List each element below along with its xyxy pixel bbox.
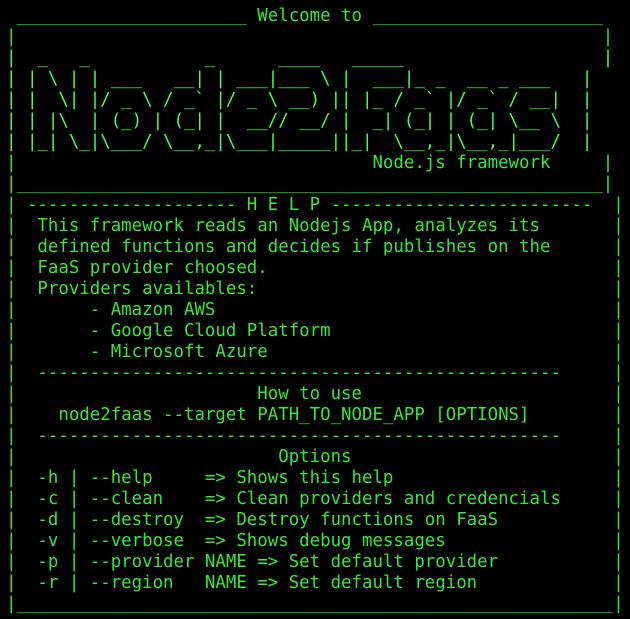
section-divider: |_______________________________________…: [6, 174, 614, 194]
provider-item: | - Microsoft Azure |: [6, 342, 624, 362]
bottom-border: |_______________________________________…: [6, 594, 624, 614]
option-row-verbose: | -v | --verbose => Shows debug messages…: [6, 531, 624, 551]
ascii-logo-line-1: | _ _ _ ____ _____ |: [6, 48, 614, 68]
help-text-line: | defined functions and decides if publi…: [6, 237, 624, 257]
welcome-header: ______________________ Welcome to ______…: [6, 6, 603, 26]
provider-item: | - Amazon AWS |: [6, 300, 624, 320]
border-line: | |: [6, 27, 614, 47]
provider-item: | - Google Cloud Platform |: [6, 321, 624, 341]
help-text-line: | FaaS provider choosed. |: [6, 258, 624, 278]
options-heading: | Options |: [6, 447, 624, 467]
terminal-window[interactable]: ______________________ Welcome to ______…: [0, 0, 630, 619]
usage-command: | node2faas --target PATH_TO_NODE_APP [O…: [6, 405, 624, 425]
help-heading: | -------------------- H E L P ---------…: [6, 195, 624, 215]
option-row-destroy: | -d | --destroy => Destroy functions on…: [6, 510, 624, 530]
providers-heading: | Providers availables: |: [6, 279, 624, 299]
dashed-divider: | --------------------------------------…: [6, 426, 624, 446]
dashed-divider: | --------------------------------------…: [6, 363, 624, 383]
help-text-line: | This framework reads an Nodejs App, an…: [6, 216, 624, 236]
ascii-logo-line-4: | | |\ | (_) | (_| | __// __/ | _| (_| |…: [6, 111, 593, 131]
option-row-clean: | -c | --clean => Clean providers and cr…: [6, 489, 624, 509]
option-row-help: | -h | --help => Shows this help |: [6, 468, 624, 488]
ascii-logo-line-2: | | \ | | ___ __| | ___|___ \ | ___|_ _ …: [6, 69, 593, 89]
ascii-logo-line-5: | |_| \_|\___/ \__,_|\___|_____||_| \__,…: [6, 132, 593, 152]
option-row-provider: | -p | --provider NAME => Set default pr…: [6, 552, 624, 572]
how-to-use-heading: | How to use |: [6, 384, 624, 404]
framework-subtitle: | Node.js framework |: [6, 153, 614, 173]
ascii-logo-line-3: | | \| |/ _ \ / _` |/ _ \ __) || |_ / _`…: [6, 90, 593, 110]
option-row-region: | -r | --region NAME => Set default regi…: [6, 573, 624, 593]
